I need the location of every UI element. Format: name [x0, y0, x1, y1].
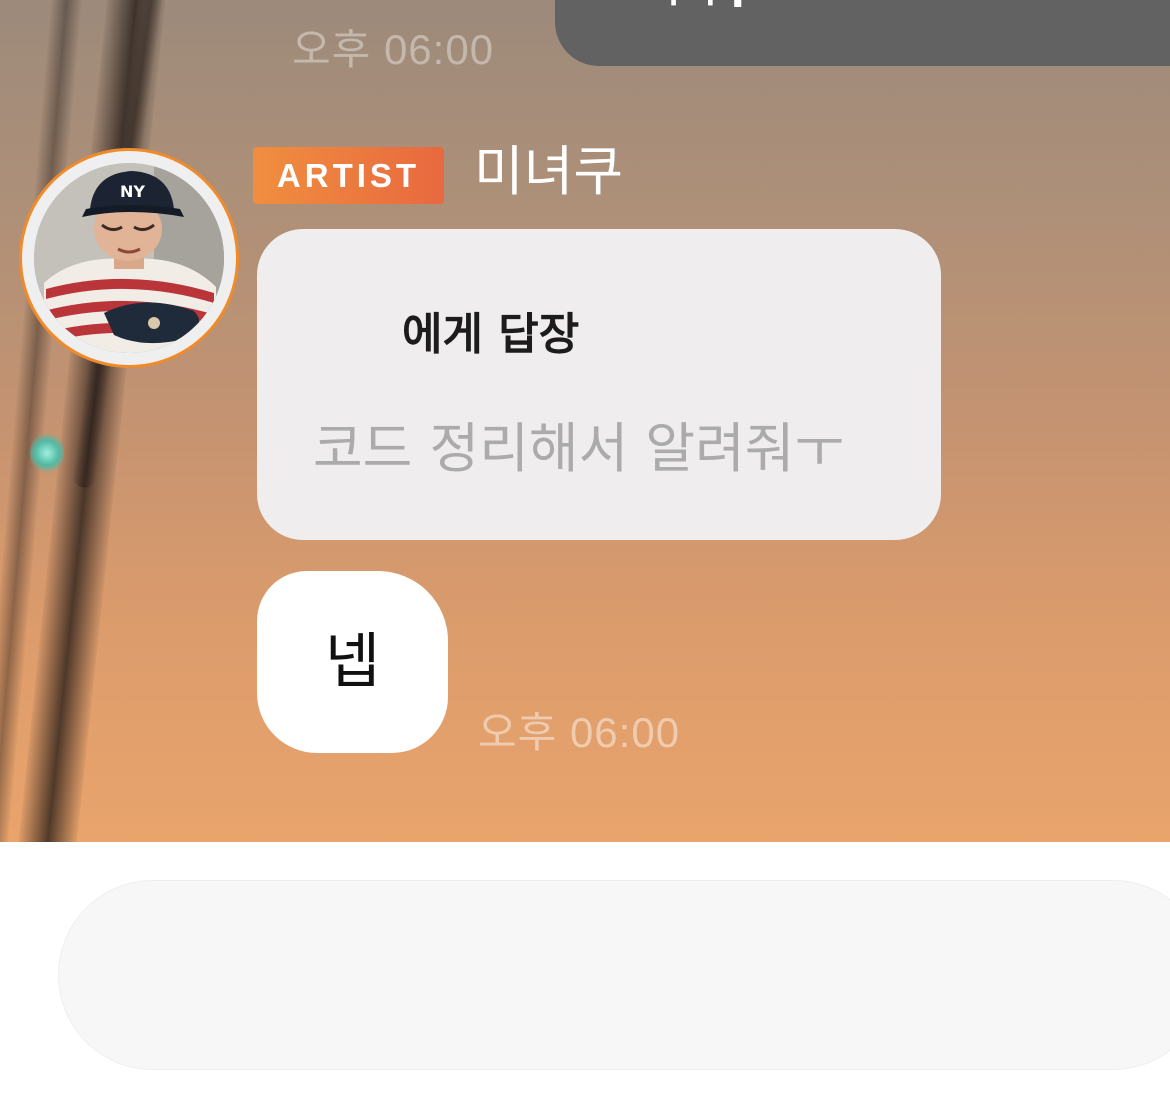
artist-badge: ARTIST	[253, 147, 444, 204]
message-timestamp: 오후 06:00	[292, 26, 495, 73]
message-input[interactable]	[58, 880, 1170, 1070]
sender-name[interactable]: 미녀쿠	[474, 140, 623, 205]
reply-quoted-text: 코드 정리해서 알려줘ㅜ	[313, 417, 845, 480]
reply-target-label: 에게 답장	[402, 309, 580, 360]
background-light	[30, 432, 64, 474]
svg-text:NY: NY	[120, 182, 145, 201]
profile-photo-icon: NY	[34, 163, 224, 353]
message-bubble[interactable]: 넵	[257, 571, 448, 753]
message-text: 넵	[324, 627, 381, 697]
reply-message-bubble[interactable]	[257, 229, 941, 540]
chat-screen: ㅜㅜ! 오후 06:00 NY ARTIST 미녀쿠	[0, 0, 1170, 1106]
outgoing-message-text: ㅜㅜ!	[655, 0, 747, 14]
outgoing-message-bubble[interactable]: ㅜㅜ!	[555, 0, 1170, 66]
message-timestamp: 오후 06:00	[478, 709, 681, 756]
avatar[interactable]: NY	[34, 163, 224, 353]
